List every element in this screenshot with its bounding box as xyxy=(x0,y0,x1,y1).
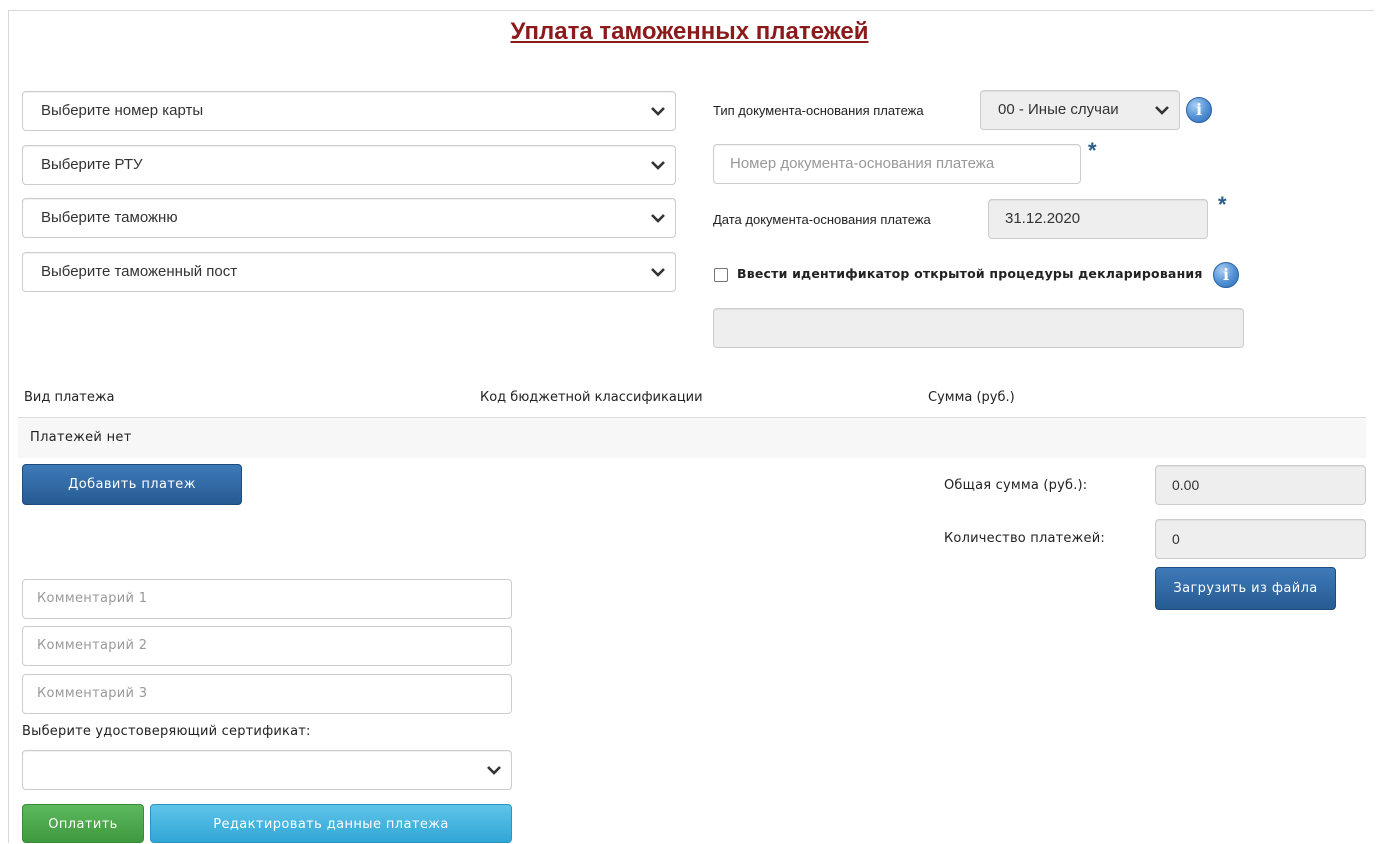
procedure-checkbox-label: Ввести идентификатор открытой процедуры … xyxy=(737,266,1203,281)
doc-date-input[interactable]: 31.12.2020 xyxy=(988,199,1208,239)
add-payment-button[interactable]: Добавить платеж xyxy=(22,464,242,505)
required-mark: * xyxy=(1088,138,1097,163)
doc-date-label: Дата документа-основания платежа xyxy=(713,212,931,227)
procedure-checkbox[interactable] xyxy=(714,268,728,282)
info-icon[interactable]: i xyxy=(1186,97,1212,123)
chevron-down-icon xyxy=(651,214,665,223)
card-number-select[interactable]: Выберите номер карты xyxy=(22,91,676,131)
total-sum-label: Общая сумма (руб.): xyxy=(944,478,1088,493)
empty-table-text: Платежей нет xyxy=(30,430,132,445)
load-from-file-button[interactable]: Загрузить из файла xyxy=(1155,567,1336,610)
pay-button[interactable]: Оплатить xyxy=(22,804,144,843)
comment-2-input[interactable]: Комментарий 2 xyxy=(22,626,512,666)
certificate-label: Выберите удостоверяющий сертификат: xyxy=(22,724,311,739)
rtu-select-label: Выберите РТУ xyxy=(41,156,143,173)
customs-post-select[interactable]: Выберите таможенный пост xyxy=(22,252,676,292)
chevron-down-icon xyxy=(651,161,665,170)
doc-type-select[interactable]: 00 - Иные случаи xyxy=(980,90,1180,130)
comment-3-input[interactable]: Комментарий 3 xyxy=(22,674,512,714)
card-number-select-label: Выберите номер карты xyxy=(41,102,204,119)
certificate-select[interactable] xyxy=(22,750,512,790)
customs-select[interactable]: Выберите таможню xyxy=(22,198,676,238)
comment-1-input[interactable]: Комментарий 1 xyxy=(22,579,512,619)
doc-number-input[interactable]: Номер документа-основания платежа xyxy=(713,144,1081,184)
column-header-payment-type: Вид платежа xyxy=(24,390,115,405)
table-row: Платежей нет xyxy=(18,417,1366,458)
chevron-down-icon xyxy=(651,268,665,277)
column-header-budget-code: Код бюджетной классификации xyxy=(480,390,703,405)
customs-select-label: Выберите таможню xyxy=(41,209,178,226)
required-mark: * xyxy=(1218,192,1227,217)
procedure-id-input[interactable] xyxy=(713,308,1244,348)
chevron-down-icon xyxy=(1155,106,1169,115)
column-header-amount: Сумма (руб.) xyxy=(928,390,1015,405)
customs-post-select-label: Выберите таможенный пост xyxy=(41,263,238,280)
payment-count-label: Количество платежей: xyxy=(944,531,1105,546)
edit-payment-button[interactable]: Редактировать данные платежа xyxy=(150,804,512,843)
payment-count-field: 0 xyxy=(1155,519,1366,559)
chevron-down-icon xyxy=(651,107,665,116)
page-title: Уплата таможенных платежей xyxy=(510,18,869,45)
doc-type-value: 00 - Иные случаи xyxy=(998,101,1119,118)
total-sum-field: 0.00 xyxy=(1155,465,1366,505)
chevron-down-icon xyxy=(487,766,501,775)
doc-type-label: Тип документа-основания платежа xyxy=(713,103,924,118)
info-icon[interactable]: i xyxy=(1213,262,1239,288)
rtu-select[interactable]: Выберите РТУ xyxy=(22,145,676,185)
